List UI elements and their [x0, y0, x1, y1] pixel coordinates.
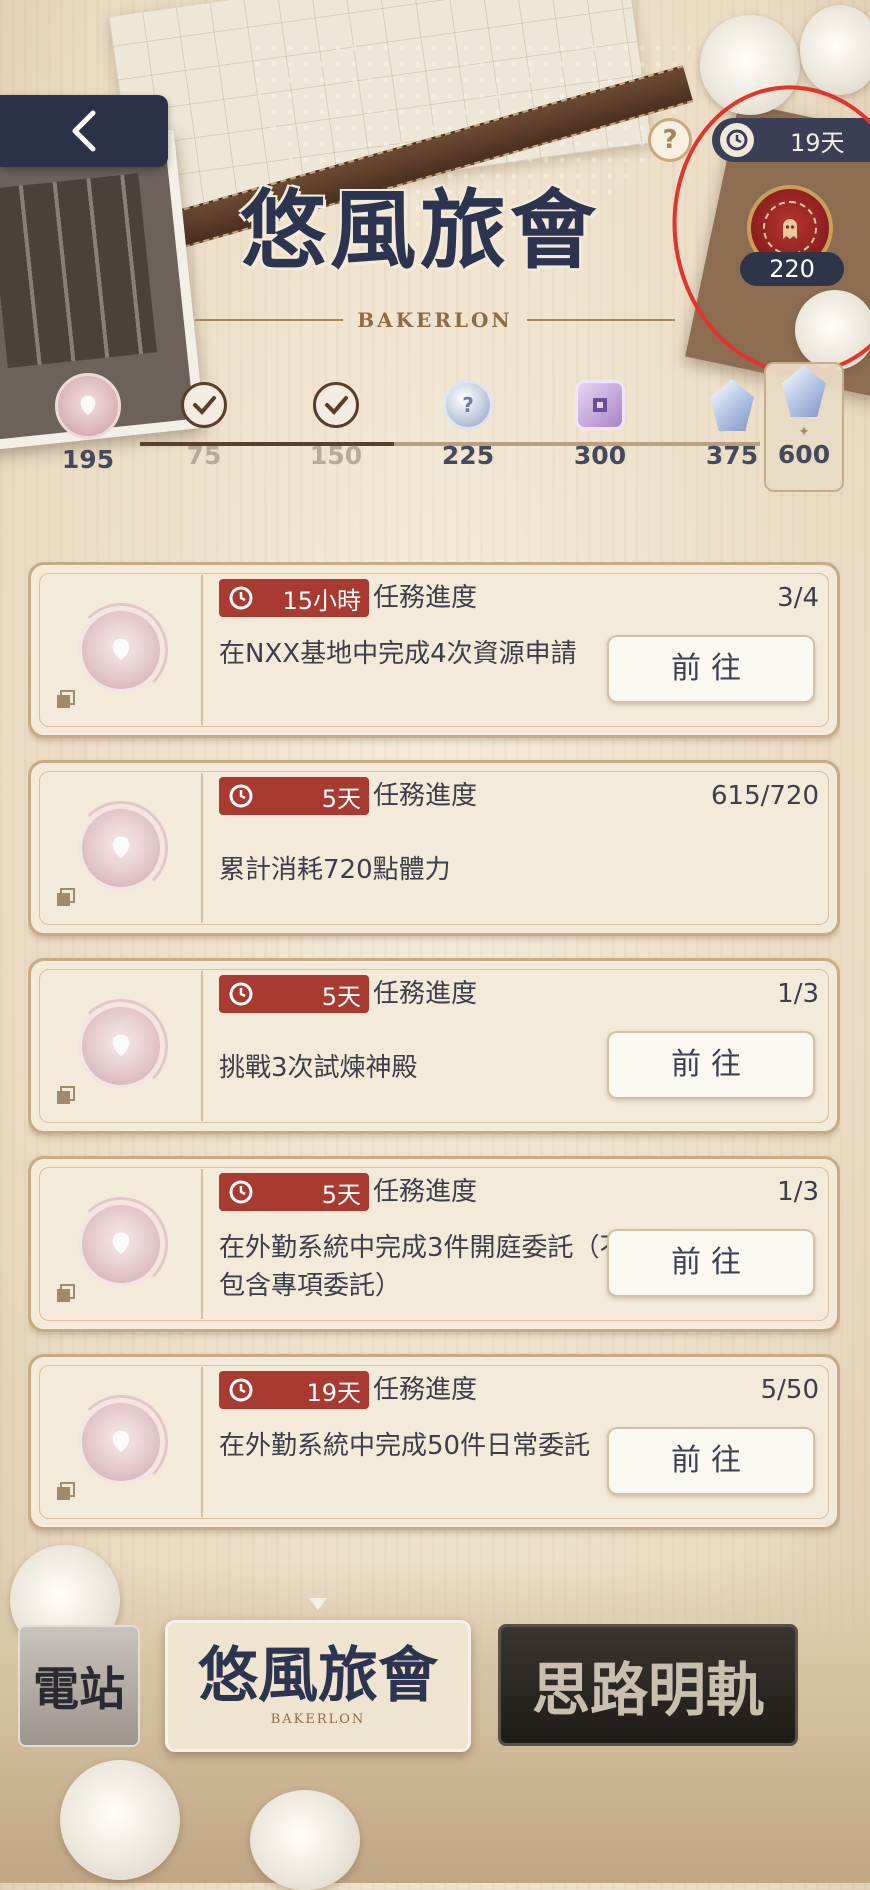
milestone-600[interactable]: ✦ 600 — [764, 362, 844, 492]
milestone-75[interactable]: 75 — [164, 375, 244, 470]
task-progress: 615/720 — [710, 781, 819, 811]
clock-icon — [229, 982, 253, 1006]
stack-icon — [57, 1482, 75, 1500]
stack-icon — [57, 1086, 75, 1104]
rose-token-icon — [55, 373, 121, 439]
rose-token-icon — [74, 1197, 168, 1291]
active-tab-indicator-icon — [309, 1598, 327, 1610]
milestone-225[interactable]: ? 225 — [428, 375, 508, 470]
task-card: 5天 任務進度 615/720 累計消耗720點體力 — [28, 760, 840, 936]
rose-decoration — [800, 5, 870, 95]
task-card: 5天 任務進度 1/3 挑戰3次試煉神殿 前往 — [28, 958, 840, 1134]
checkmark-icon — [313, 382, 359, 428]
task-timer: 5天 — [219, 1173, 369, 1211]
title-ornament: BAKERLON — [195, 295, 675, 345]
page-title: 悠風旅會 — [240, 180, 600, 281]
task-description: 在NXX基地中完成4次資源申請 — [219, 639, 577, 669]
task-progress-label: 任務進度 — [373, 583, 478, 613]
task-timer: 15小時 — [219, 579, 369, 617]
rose-token-icon — [74, 1395, 168, 1489]
task-timer-label: 15小時 — [282, 586, 361, 615]
task-card: 19天 任務進度 5/50 在外勤系統中完成50件日常委託 前往 — [28, 1354, 840, 1530]
clock-icon — [229, 586, 253, 610]
milestone-value: 300 — [573, 441, 627, 470]
task-card: 5天 任務進度 1/3 在外勤系統中完成3件開庭委託（不包含專項委託） 前往 — [28, 1156, 840, 1332]
milestone-value: 600 — [777, 440, 831, 469]
tab-current[interactable]: 悠風旅會 BAKERLON — [165, 1620, 471, 1752]
purple-chip-icon — [575, 380, 625, 430]
rose-token-icon — [74, 999, 168, 1093]
silver-coin-icon: ? — [443, 380, 493, 430]
ornament-line — [526, 319, 675, 321]
crystal-icon — [782, 365, 826, 417]
task-description: 累計消耗720點體力 — [219, 855, 451, 885]
tab-prev[interactable]: 電站 — [18, 1625, 140, 1747]
go-button[interactable]: 前往 — [607, 635, 815, 703]
task-timer-label: 5天 — [321, 982, 361, 1011]
current-points-indicator: 195 — [48, 373, 128, 474]
task-description: 在外勤系統中完成50件日常委託 — [219, 1431, 591, 1461]
checkmark-icon — [181, 382, 227, 428]
crystal-icon — [710, 379, 754, 431]
task-timer: 19天 — [219, 1371, 369, 1409]
rose-token-icon — [74, 603, 168, 697]
milestone-150[interactable]: 150 — [296, 375, 376, 470]
task-reward[interactable] — [41, 1367, 203, 1517]
chevron-left-icon — [72, 110, 96, 152]
task-timer-label: 5天 — [321, 784, 361, 813]
clock-icon — [229, 784, 253, 808]
task-progress-label: 任務進度 — [373, 1177, 478, 1207]
task-timer: 5天 — [219, 777, 369, 815]
stack-icon — [57, 690, 75, 708]
task-progress-label: 任務進度 — [373, 781, 478, 811]
milestone-value: 75 — [186, 441, 222, 470]
task-description: 在外勤系統中完成3件開庭委託（不包含專項委託） — [219, 1233, 626, 1301]
task-progress: 5/50 — [760, 1375, 819, 1405]
task-timer-label: 19天 — [306, 1378, 361, 1407]
task-list[interactable]: 15小時 任務進度 3/4 在NXX基地中完成4次資源申請 前往 5天 任務進度… — [28, 562, 840, 1562]
help-button[interactable]: ? — [648, 118, 692, 162]
red-annotation-circle — [654, 69, 870, 391]
task-progress-label: 任務進度 — [373, 1375, 478, 1405]
milestone-375[interactable]: 375 — [692, 375, 772, 470]
task-description: 挑戰3次試煉神殿 — [219, 1053, 418, 1083]
milestone-value: 225 — [441, 441, 495, 470]
tab-next[interactable]: 思路明軌 — [498, 1624, 798, 1746]
go-button[interactable]: 前往 — [607, 1031, 815, 1099]
milestone-value: 150 — [309, 441, 363, 470]
go-button[interactable]: 前往 — [607, 1229, 815, 1297]
task-timer-label: 5天 — [321, 1180, 361, 1209]
tab-current-subtitle: BAKERLON — [270, 1711, 366, 1727]
task-reward[interactable] — [41, 1169, 203, 1319]
task-timer: 5天 — [219, 975, 369, 1013]
task-progress: 1/3 — [777, 1177, 819, 1207]
task-card: 15小時 任務進度 3/4 在NXX基地中完成4次資源申請 前往 — [28, 562, 840, 738]
rose-decoration — [60, 1760, 180, 1880]
sparkle-icon: ✦ — [798, 424, 810, 440]
clock-icon — [229, 1378, 253, 1402]
stack-icon — [57, 1284, 75, 1302]
clock-icon — [229, 1180, 253, 1204]
task-progress: 1/3 — [777, 979, 819, 1009]
go-button[interactable]: 前往 — [607, 1427, 815, 1495]
task-progress: 3/4 — [777, 583, 819, 613]
rose-decoration — [250, 1790, 360, 1890]
milestone-value: 375 — [705, 441, 759, 470]
milestone-300[interactable]: 300 — [560, 375, 640, 470]
rose-token-icon — [74, 801, 168, 895]
current-points: 195 — [61, 445, 115, 474]
task-reward[interactable] — [41, 773, 203, 923]
tab-current-title: 悠風旅會 — [198, 1640, 438, 1711]
page-subtitle: BAKERLON — [357, 308, 513, 332]
task-progress-label: 任務進度 — [373, 979, 478, 1009]
stack-icon — [57, 888, 75, 906]
back-button[interactable] — [0, 95, 168, 167]
ornament-line — [195, 319, 344, 321]
task-reward[interactable] — [41, 971, 203, 1121]
task-reward[interactable] — [41, 575, 203, 725]
